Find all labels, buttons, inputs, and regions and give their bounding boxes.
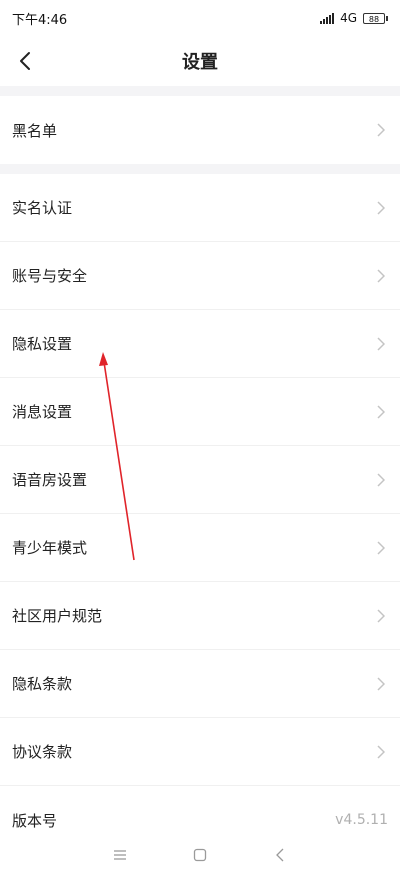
header: 设置 <box>0 36 400 86</box>
settings-item-privacy-settings[interactable]: 隐私设置 <box>0 310 400 378</box>
settings-item-label: 账号与安全 <box>12 267 88 285</box>
version-value: v4.5.11 <box>335 812 388 828</box>
section-divider <box>0 86 400 96</box>
settings-item-label: 隐私设置 <box>12 335 73 353</box>
settings-item-label: 青少年模式 <box>12 539 88 557</box>
back-button[interactable] <box>8 44 42 78</box>
menu-icon <box>114 850 126 860</box>
settings-item-label: 实名认证 <box>12 199 73 217</box>
status-time: 下午4:46 <box>12 12 68 28</box>
chevron-right-icon <box>374 123 388 137</box>
back-triangle-icon <box>276 848 284 862</box>
settings-item-real-name-verification[interactable]: 实名认证 <box>0 174 400 242</box>
settings-item-community-guidelines[interactable]: 社区用户规范 <box>0 582 400 650</box>
chevron-right-icon <box>374 200 388 215</box>
version-label: 版本号 <box>12 811 58 830</box>
settings-item-label: 隐私条款 <box>12 675 73 693</box>
settings-item-agreement-terms[interactable]: 协议条款 <box>0 718 400 786</box>
chevron-right-icon <box>374 268 388 283</box>
battery-level: 88 <box>363 12 385 24</box>
settings-group-2: 实名认证 账号与安全 隐私设置 消息设置 语音房设置 青少年模式 社区用户规范 … <box>0 174 400 854</box>
settings-group-1: 黑名单 <box>0 96 400 164</box>
status-icons: 4G 88 <box>320 11 388 25</box>
home-square-icon <box>193 848 207 862</box>
status-bar: 下午4:46 4G 88 <box>0 0 400 36</box>
chevron-right-icon <box>374 744 388 759</box>
chevron-right-icon <box>374 336 388 351</box>
section-divider <box>0 164 400 174</box>
settings-item-label: 消息设置 <box>12 403 73 421</box>
page-title: 设置 <box>182 52 218 73</box>
chevron-right-icon <box>374 540 388 555</box>
settings-screen: 下午4:46 4G 88 设置 黑名单 实名认证 账号与安全 隐私设置 消息设置… <box>0 0 400 880</box>
settings-item-voice-room-settings[interactable]: 语音房设置 <box>0 446 400 514</box>
chevron-right-icon <box>374 472 388 487</box>
settings-item-teen-mode[interactable]: 青少年模式 <box>0 514 400 582</box>
signal-icon <box>320 12 335 24</box>
battery-icon: 88 <box>363 12 388 24</box>
chevron-left-icon <box>20 52 30 70</box>
chevron-right-icon <box>374 608 388 623</box>
nav-back-button[interactable] <box>265 840 295 870</box>
settings-item-blacklist[interactable]: 黑名单 <box>0 96 400 164</box>
settings-item-label: 社区用户规范 <box>12 607 103 625</box>
system-nav-bar <box>0 830 400 880</box>
nav-home-button[interactable] <box>185 840 215 870</box>
settings-item-label: 协议条款 <box>12 743 73 761</box>
settings-item-label: 黑名单 <box>12 121 58 140</box>
chevron-right-icon <box>374 676 388 691</box>
settings-item-account-security[interactable]: 账号与安全 <box>0 242 400 310</box>
chevron-right-icon <box>374 404 388 419</box>
settings-item-privacy-policy[interactable]: 隐私条款 <box>0 650 400 718</box>
nav-menu-button[interactable] <box>105 840 135 870</box>
settings-item-label: 语音房设置 <box>12 471 88 489</box>
network-type: 4G <box>340 11 357 25</box>
settings-item-message-settings[interactable]: 消息设置 <box>0 378 400 446</box>
